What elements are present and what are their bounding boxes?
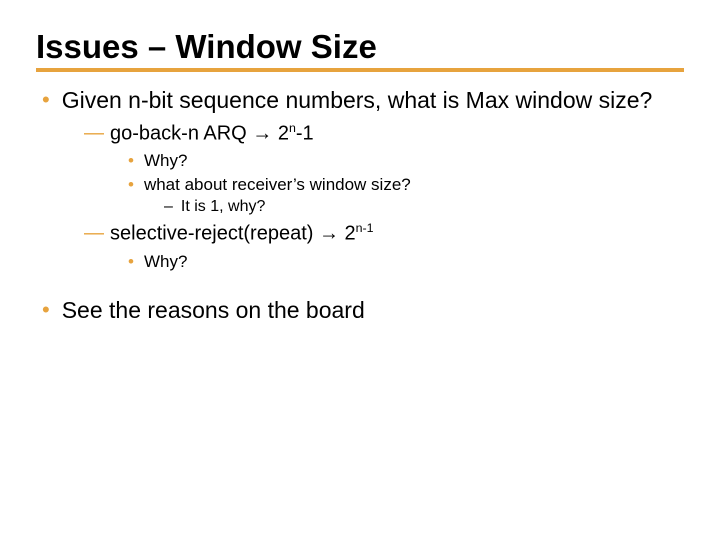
superscript: n: [289, 121, 296, 135]
text-fragment: 2: [339, 223, 356, 245]
bullet-text: See the reasons on the board: [62, 296, 684, 325]
bullet-go-back-n: — go-back-n ARQ → 2n-1: [84, 121, 684, 147]
bullet-icon: •: [42, 86, 50, 115]
slide: Issues – Window Size • Given n-bit seque…: [0, 0, 720, 540]
title-underline: [36, 68, 684, 72]
bullet-why-2: • Why?: [128, 251, 684, 272]
text-fragment: 2: [272, 122, 289, 144]
text-fragment: go-back-n ARQ: [110, 122, 252, 144]
bullet-question: • Given n-bit sequence numbers, what is …: [42, 86, 684, 115]
text-fragment: -1: [296, 122, 314, 144]
bullet-receiver-a: – It is 1, why?: [164, 197, 684, 217]
text-fragment: selective-reject(repeat): [110, 223, 319, 245]
bullet-text: It is 1, why?: [181, 197, 684, 217]
dash-icon: —: [84, 121, 104, 146]
arrow-icon: →: [319, 223, 339, 245]
bullet-icon: •: [128, 174, 134, 195]
bullet-text: what about receiver’s window size?: [144, 174, 684, 195]
bullet-icon: •: [128, 150, 134, 171]
bullet-why-1: • Why?: [128, 150, 684, 171]
bullet-selective-reject: — selective-reject(repeat) → 2n-1: [84, 221, 684, 247]
bullet-icon: •: [42, 296, 50, 325]
bullet-text: Why?: [144, 150, 684, 171]
bullet-see-board: • See the reasons on the board: [42, 296, 684, 325]
arrow-icon: →: [252, 122, 272, 144]
slide-title: Issues – Window Size: [36, 28, 684, 66]
superscript: n-1: [356, 221, 374, 235]
bullet-text: Given n-bit sequence numbers, what is Ma…: [62, 86, 684, 115]
dash-icon: —: [84, 221, 104, 246]
bullet-receiver-q: • what about receiver’s window size?: [128, 174, 684, 195]
spacer: [36, 274, 684, 290]
bullet-text: go-back-n ARQ → 2n-1: [110, 121, 684, 147]
bullet-icon: •: [128, 251, 134, 272]
bullet-text: Why?: [144, 251, 684, 272]
bullet-text: selective-reject(repeat) → 2n-1: [110, 221, 684, 247]
dash-icon: –: [164, 197, 173, 217]
